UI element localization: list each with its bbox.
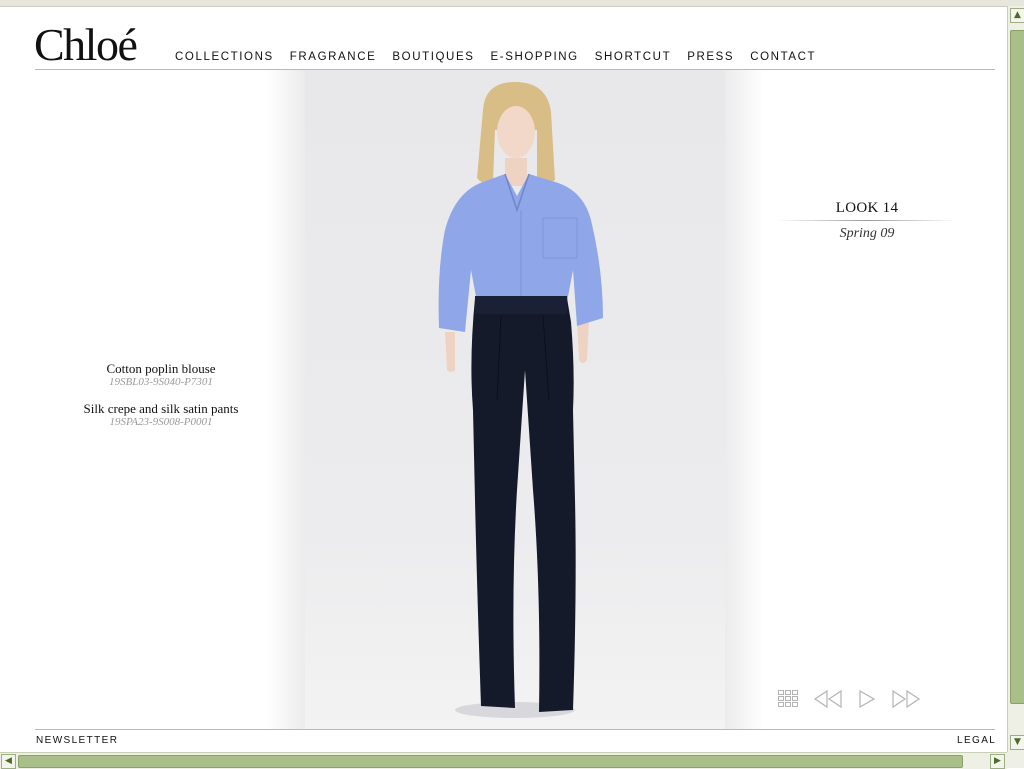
nav-contact[interactable]: CONTACT (750, 51, 816, 63)
nav-boutiques[interactable]: BOUTIQUES (392, 51, 474, 63)
next-icon[interactable] (891, 689, 921, 709)
nav-collections[interactable]: COLLECTIONS (175, 51, 274, 63)
brand-logo[interactable]: Chloé (34, 20, 138, 70)
slideshow-controls (777, 689, 935, 709)
main-nav: COLLECTIONS FRAGRANCE BOUTIQUES E-SHOPPI… (175, 51, 832, 63)
nav-shortcut[interactable]: SHORTCUT (595, 51, 671, 63)
garment-item[interactable]: Silk crepe and silk satin pants 19SPA23-… (60, 401, 262, 429)
nav-fragrance[interactable]: FRAGRANCE (290, 51, 377, 63)
previous-icon[interactable] (813, 689, 843, 709)
legal-link[interactable]: LEGAL (957, 735, 996, 746)
garment-name: Cotton poplin blouse (106, 361, 216, 376)
play-icon[interactable] (857, 689, 877, 709)
photo-shadow-right (724, 70, 764, 729)
pants (471, 298, 576, 712)
newsletter-link[interactable]: NEWSLETTER (36, 735, 118, 746)
grid-view-icon[interactable] (777, 689, 799, 709)
window-top-border (0, 0, 1024, 7)
scroll-down-icon[interactable]: ▼ (1010, 735, 1024, 750)
garment-list: Cotton poplin blouse 19SBL03-9S040-P7301… (60, 361, 262, 441)
horizontal-scroll-thumb[interactable] (18, 755, 963, 768)
look-divider (777, 220, 957, 221)
waistband (475, 296, 567, 314)
scroll-up-icon[interactable]: ▲ (1010, 8, 1024, 23)
nav-e-shopping[interactable]: E-SHOPPING (491, 51, 579, 63)
model-illustration (438, 82, 603, 718)
look-title: LOOK 14 (835, 200, 899, 216)
horizontal-scrollbar[interactable]: ◀ ▶ (0, 752, 1007, 769)
garment-code: 19SBL03-9S040-P7301 (109, 376, 213, 388)
scroll-right-icon[interactable]: ▶ (990, 754, 1005, 769)
footer-divider (35, 729, 995, 730)
garment-name: Silk crepe and silk satin pants (83, 401, 239, 416)
look-info: LOOK 14 Spring 09 (777, 199, 957, 242)
garment-code: 19SPA23-9S008-P0001 (109, 416, 213, 428)
nav-press[interactable]: PRESS (687, 51, 734, 63)
scrollbar-corner (1007, 752, 1024, 768)
vertical-scroll-thumb[interactable] (1010, 30, 1024, 704)
vertical-scrollbar[interactable]: ▲ ▼ (1007, 6, 1024, 752)
scroll-left-icon[interactable]: ◀ (1, 754, 16, 769)
left-forearm (445, 332, 455, 372)
garment-item[interactable]: Cotton poplin blouse 19SBL03-9S040-P7301 (60, 361, 262, 389)
look-season: Spring 09 (839, 226, 895, 241)
face (497, 106, 535, 158)
look-photo (305, 70, 725, 729)
photo-shadow-left (266, 70, 306, 729)
right-forearm (577, 320, 589, 363)
